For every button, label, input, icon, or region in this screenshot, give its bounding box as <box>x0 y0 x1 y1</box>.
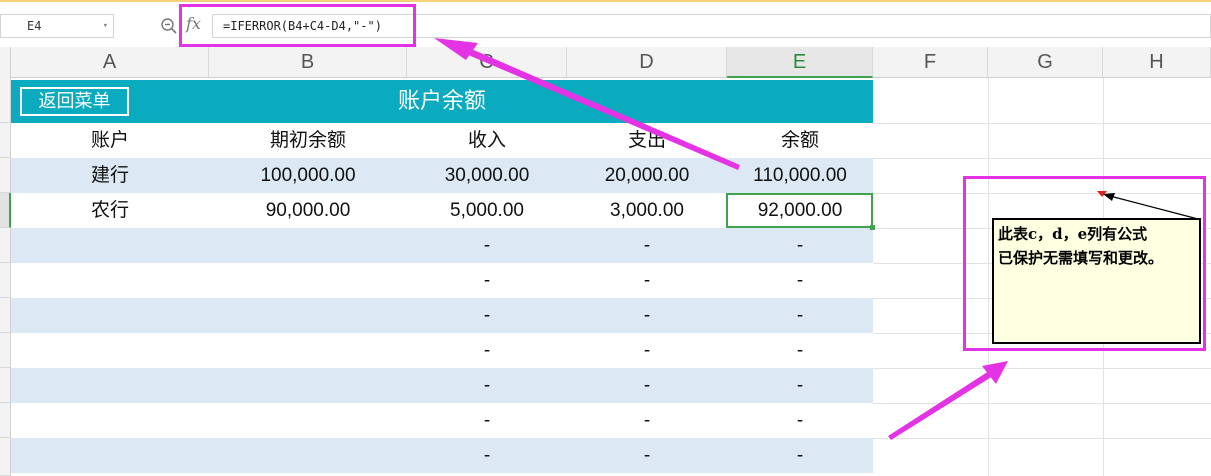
pink-arrow-head-2 <box>982 361 1008 384</box>
comment-leader-head <box>1103 193 1115 201</box>
pink-arrow-head <box>434 38 478 60</box>
pink-arrow-to-formula <box>466 48 740 170</box>
annotation-arrows <box>434 38 1199 440</box>
pink-arrow-to-note <box>888 371 993 440</box>
comment-leader-line <box>1109 195 1199 220</box>
